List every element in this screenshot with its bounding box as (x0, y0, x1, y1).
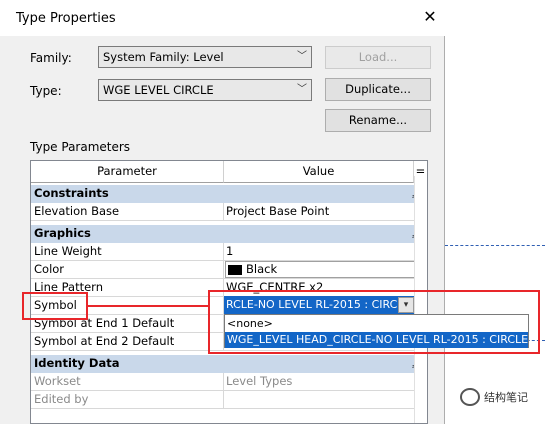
color-button[interactable]: Black (225, 261, 415, 278)
group-identity-data[interactable]: Identity Data ︽ (31, 355, 427, 373)
type-label: Type: (30, 84, 62, 98)
duplicate-button[interactable]: Duplicate... (325, 78, 431, 101)
watermark: 结构笔记 (460, 388, 528, 406)
close-icon[interactable]: ✕ (420, 6, 440, 28)
param-name: Line Weight (34, 244, 102, 258)
group-label: Graphics (34, 226, 91, 240)
param-row-edited-by: Edited by (31, 391, 427, 409)
group-graphics[interactable]: Graphics ︽ (31, 225, 427, 243)
param-row-elevation-base[interactable]: Elevation Base Project Base Point (31, 203, 427, 221)
color-value: Black (246, 262, 278, 276)
column-header-value[interactable]: Value (224, 161, 414, 183)
chevron-down-icon: ﹀ (297, 51, 307, 62)
chevron-down-icon: ﹀ (297, 84, 307, 95)
row-divider (223, 243, 224, 261)
param-value: Level Types (226, 374, 293, 388)
group-label: Constraints (34, 186, 109, 200)
type-properties-dialog: Type Properties ✕ Family: System Family:… (0, 0, 445, 424)
type-select[interactable]: WGE LEVEL CIRCLE ﹀ (98, 79, 312, 101)
param-value[interactable]: 1 (226, 244, 233, 258)
group-constraints[interactable]: Constraints ︽ (31, 185, 427, 203)
annotation-box-symbol-label (22, 292, 88, 320)
param-name: Color (34, 262, 65, 276)
level-dashed-line (445, 245, 545, 246)
type-value: WGE LEVEL CIRCLE (103, 83, 214, 97)
family-value: System Family: Level (103, 50, 224, 64)
param-name: Edited by (34, 392, 89, 406)
type-parameters-label: Type Parameters (30, 140, 131, 154)
rename-button[interactable]: Rename... (325, 109, 431, 132)
param-name: Symbol at End 2 Default (34, 334, 175, 348)
param-row-line-weight[interactable]: Line Weight 1 (31, 243, 427, 261)
load-button[interactable]: Load... (325, 46, 431, 69)
row-divider (223, 391, 224, 409)
param-row-color[interactable]: Color Black (31, 261, 427, 279)
column-header-parameter[interactable]: Parameter (31, 161, 224, 183)
row-divider (223, 261, 224, 279)
title-bar: Type Properties ✕ (0, 0, 445, 36)
dialog-title: Type Properties (16, 11, 116, 26)
canvas-background (445, 0, 545, 424)
group-label: Identity Data (34, 356, 120, 370)
watermark-logo-icon (460, 388, 480, 406)
param-name: Workset (34, 374, 81, 388)
annotation-connector-line (88, 305, 208, 307)
family-label: Family: (30, 51, 72, 65)
param-row-workset: Workset Level Types (31, 373, 427, 391)
param-value[interactable]: Project Base Point (226, 204, 329, 218)
watermark-text: 结构笔记 (484, 391, 528, 404)
color-swatch (228, 264, 242, 275)
param-name: Elevation Base (34, 204, 120, 218)
annotation-box-symbol-dropdown (208, 290, 540, 354)
row-divider (223, 373, 224, 391)
family-select[interactable]: System Family: Level ﹀ (98, 46, 312, 68)
row-divider (223, 203, 224, 221)
